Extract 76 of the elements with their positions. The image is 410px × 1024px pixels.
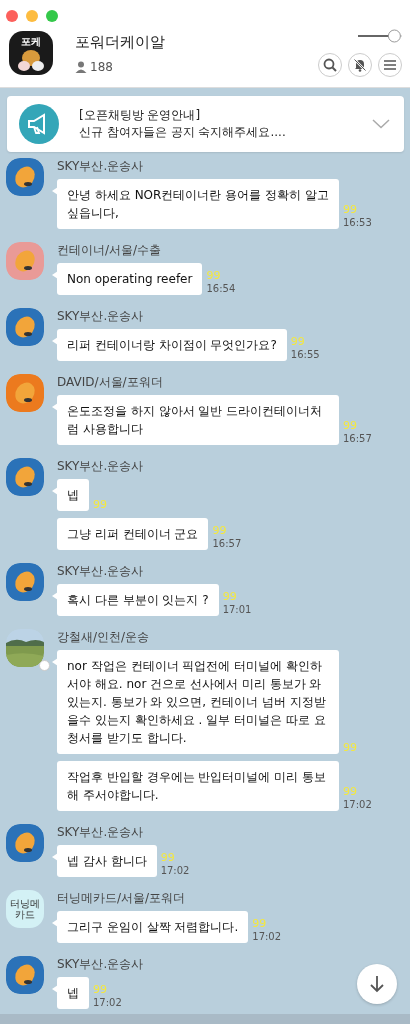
muted-bell-icon [353,58,367,72]
message-time: 17:02 [252,930,282,943]
message-time: 16:55 [290,348,320,361]
sender-name: SKY부산.운송사 [57,824,145,841]
message-time: 17:01 [222,603,252,616]
avatar-label: 포케 [21,35,41,49]
avatar[interactable] [6,458,44,496]
unread-count: 99 [343,203,358,216]
unread-count: 99 [93,498,107,511]
avatar[interactable] [6,824,44,862]
character-icon [16,49,46,71]
message-bubble: Non operating reefer [57,263,203,295]
message-bubble: 넵 [57,977,89,1009]
message-bubble: 작업후 반입할 경우에는 반입터미널에 미리 통보해 주서야합니다. [57,761,339,811]
unread-count: 99 [252,917,268,930]
unread-count: 99 [343,419,358,432]
minimize-button[interactable] [26,10,38,22]
sender-name: SKY부산.운송사 [57,158,145,175]
notice-text: 신규 참여자들은 공지 숙지해주세요.... [79,124,287,141]
sender-name: SKY부산.운송사 [57,458,145,475]
message-time: 16:53 [343,216,372,229]
avatar[interactable] [6,158,44,196]
message-time: 16:54 [206,282,236,295]
avatar[interactable]: 터닝메카드 [6,890,44,928]
avatar[interactable] [6,374,44,412]
unread-count: 99 [206,269,222,282]
sender-name: SKY부산.운송사 [57,563,145,580]
avatar-label: 터닝메카드 [9,898,41,920]
notice-banner[interactable]: [오픈채팅방 운영안내] 신규 참여자들은 공지 숙지해주세요.... [7,96,404,152]
sender-name: 터닝메카드/서울/포워더 [57,890,187,907]
message-time: 16:57 [212,537,242,550]
sender-name: 컨테이너/서울/수출 [57,242,163,259]
sender-name: SKY부산.운송사 [57,956,145,973]
unread-count: 99 [212,524,228,537]
message-time: 17:02 [343,798,372,811]
message-bubble: 온도조정을 하지 않아서 일반 드라이컨테이너처럼 사용합니다 [57,395,339,445]
unread-count: 99 [343,785,358,798]
message-time: 17:02 [93,996,122,1009]
unread-count: 99 [343,741,357,754]
message-bubble: nor 작업은 컨테이너 픽업전에 터미널에 확인하서야 해요. nor 건으로 선사에서 미리 통보가 와있는지. 통보가 와 있으면, 컨테이너 넘버 지정받을수 있는지 확인하세요 . 일부 터미널은 따로 요청서를 받기도 합니다. [57,650,339,754]
notice-title: [오픈채팅방 운영안내] [79,107,202,124]
message-bubble: 그냥 리퍼 컨테이너 군요 [57,518,209,550]
menu-icon [383,59,397,71]
sender-name: SKY부산.운송사 [57,308,145,325]
close-button[interactable] [6,10,18,22]
unread-count: 99 [290,335,306,348]
avatar[interactable] [6,308,44,346]
chevron-down-icon[interactable] [372,119,390,129]
unread-count: 99 [222,590,238,603]
person-icon [75,60,87,73]
unread-count: 99 [160,851,176,864]
avatar[interactable] [6,563,44,601]
menu-button[interactable] [378,53,402,77]
message-bubble: 넵 [57,479,89,511]
message-bubble: 그리구 운임이 살짝 저렴합니다. [57,911,249,943]
message-time: 16:57 [343,432,372,445]
notification-button[interactable] [348,53,372,77]
message-bubble: 혹시 다른 부분이 잇는지 ? [57,584,219,616]
unread-count: 99 [93,983,108,996]
member-count: 188 [90,59,113,74]
sender-name: 강철새/인천/운송 [57,629,151,646]
scroll-down-button[interactable] [357,964,397,1004]
message-bubble: 넵 감사 함니다 [57,845,157,877]
message-time: 17:02 [160,864,190,877]
slider-track[interactable] [358,29,402,43]
megaphone-icon [19,104,59,144]
sender-name: DAVID/서울/포워더 [57,374,164,391]
avatar[interactable] [6,242,44,280]
search-button[interactable] [318,53,342,77]
search-icon [323,58,337,72]
message-bubble: 리퍼 컨테이너랑 차이점이 무엇인가요? [57,329,287,361]
arrow-down-icon [369,975,385,993]
maximize-button[interactable] [46,10,58,22]
room-title: 포워더케이알 [75,32,166,52]
avatar[interactable] [6,956,44,994]
message-bubble: 안녕 하세요 NOR컨테이너란 용어를 정확히 알고 싶읍니다, [57,179,339,229]
